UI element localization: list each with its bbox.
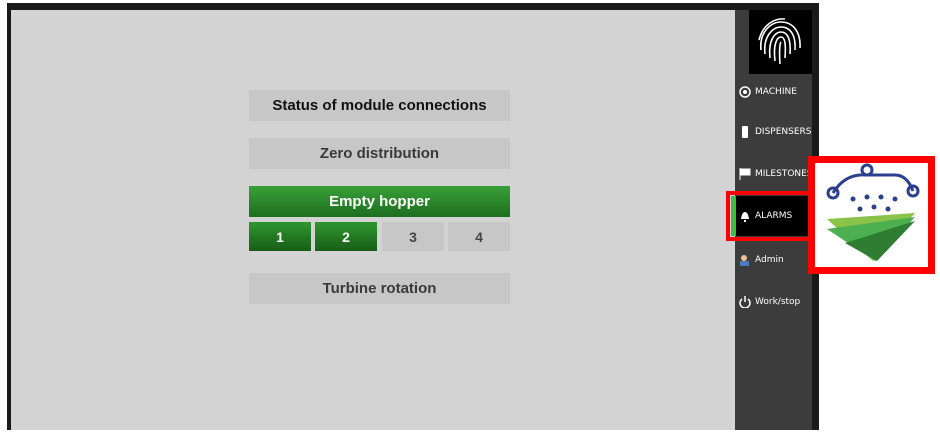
flag-icon (739, 168, 751, 180)
status-connections-button[interactable]: Status of module connections (249, 90, 510, 121)
nav-workstop[interactable]: Work/stop (735, 282, 812, 322)
zero-distribution-button[interactable]: Zero distribution (249, 138, 510, 169)
alarm-highlight-frame (726, 191, 814, 241)
gear-icon (739, 86, 751, 98)
turbine-rotation-button[interactable]: Turbine rotation (249, 273, 510, 304)
nav-machine[interactable]: MACHINE (735, 72, 812, 112)
hopper-2-button[interactable]: 2 (315, 222, 377, 251)
seeding-logo-icon (826, 163, 920, 261)
nav-admin[interactable]: Admin (735, 240, 812, 280)
power-icon (739, 296, 751, 309)
nav-milestones[interactable]: MILESTONES (735, 154, 813, 194)
brand-logo-frame (808, 156, 935, 274)
hopper-1-button[interactable]: 1 (249, 222, 311, 251)
nav-dispensers[interactable]: DISPENSERS (735, 112, 812, 152)
dispenser-icon (739, 126, 751, 138)
nav-milestones-label: MILESTONES (755, 169, 813, 179)
main-panel (11, 10, 735, 430)
user-icon (739, 254, 751, 266)
hopper-4-button[interactable]: 4 (448, 222, 510, 251)
nav-machine-label: MACHINE (755, 87, 797, 97)
hopper-3-button[interactable]: 3 (382, 222, 444, 251)
nav-workstop-label: Work/stop (755, 297, 801, 307)
nav-admin-label: Admin (755, 255, 784, 265)
empty-hopper-button[interactable]: Empty hopper (249, 186, 510, 217)
fingerprint-logo (749, 10, 812, 74)
nav-dispensers-label: DISPENSERS (755, 127, 812, 137)
fingerprint-icon (758, 18, 801, 65)
